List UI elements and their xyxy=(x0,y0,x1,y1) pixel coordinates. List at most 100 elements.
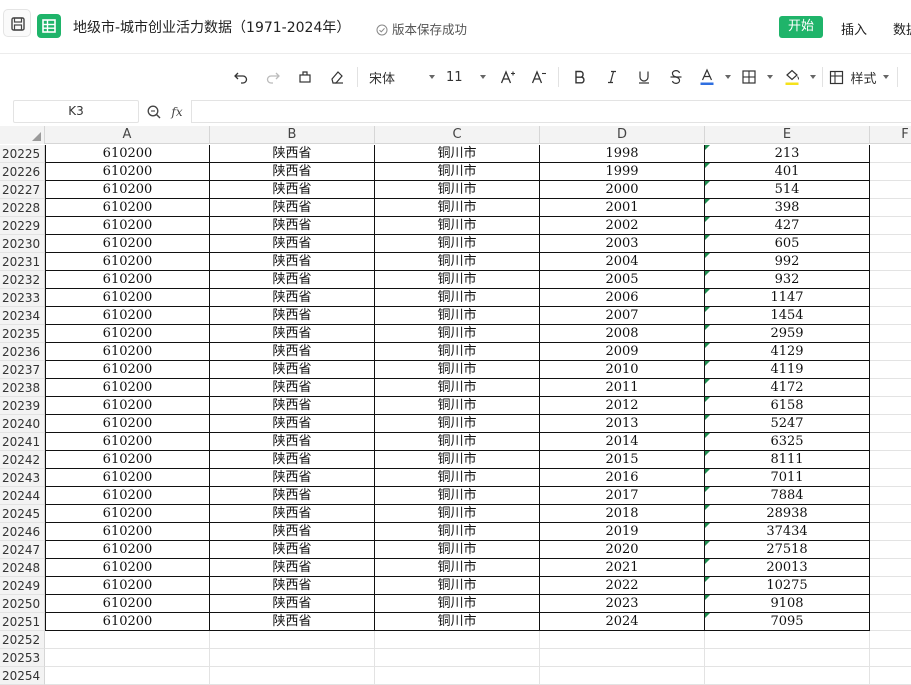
cell-code[interactable]: 610200 xyxy=(45,577,210,595)
cell-value[interactable]: 9108 xyxy=(705,595,870,613)
row-header[interactable]: 20240 xyxy=(0,415,45,433)
cell-province[interactable]: 陕西省 xyxy=(210,163,375,181)
row-header[interactable]: 20245 xyxy=(0,505,45,523)
cell-value[interactable]: 6158 xyxy=(705,397,870,415)
cell-empty[interactable] xyxy=(540,649,705,667)
cell-code[interactable]: 610200 xyxy=(45,379,210,397)
cell-value[interactable]: 398 xyxy=(705,199,870,217)
name-box[interactable]: K3 xyxy=(13,100,139,123)
cell-province[interactable]: 陕西省 xyxy=(210,487,375,505)
cell-province[interactable]: 陕西省 xyxy=(210,397,375,415)
column-header-a[interactable]: A xyxy=(45,126,210,144)
row-header[interactable]: 20225 xyxy=(0,145,45,163)
cell-value[interactable]: 6325 xyxy=(705,433,870,451)
cell-province[interactable]: 陕西省 xyxy=(210,523,375,541)
formula-input[interactable] xyxy=(191,100,911,123)
cell-city[interactable]: 铜川市 xyxy=(375,523,540,541)
cell-year[interactable]: 2015 xyxy=(540,451,705,469)
cell-empty[interactable] xyxy=(870,631,911,649)
cell-city[interactable]: 铜川市 xyxy=(375,379,540,397)
save-button[interactable] xyxy=(3,9,31,37)
row-header[interactable]: 20234 xyxy=(0,307,45,325)
cell-value[interactable]: 932 xyxy=(705,271,870,289)
cell-province[interactable]: 陕西省 xyxy=(210,505,375,523)
cell-value[interactable]: 2959 xyxy=(705,325,870,343)
cell-code[interactable]: 610200 xyxy=(45,505,210,523)
cell-year[interactable]: 2005 xyxy=(540,271,705,289)
cell-city[interactable]: 铜川市 xyxy=(375,433,540,451)
row-header[interactable]: 20228 xyxy=(0,199,45,217)
cell-code[interactable]: 610200 xyxy=(45,163,210,181)
cell-empty[interactable] xyxy=(870,541,911,559)
cell-empty[interactable] xyxy=(870,163,911,181)
increase-font-button[interactable] xyxy=(499,66,517,88)
cell-year[interactable]: 2020 xyxy=(540,541,705,559)
row-header[interactable]: 20235 xyxy=(0,325,45,343)
cell-empty[interactable] xyxy=(870,433,911,451)
row-header[interactable]: 20230 xyxy=(0,235,45,253)
cell-year[interactable]: 2002 xyxy=(540,217,705,235)
cell-value[interactable]: 213 xyxy=(705,145,870,163)
cell-value[interactable]: 401 xyxy=(705,163,870,181)
cell-year[interactable]: 2024 xyxy=(540,613,705,631)
cell-code[interactable]: 610200 xyxy=(45,253,210,271)
cell-empty[interactable] xyxy=(870,451,911,469)
cell-empty[interactable] xyxy=(870,559,911,577)
cell-province[interactable]: 陕西省 xyxy=(210,235,375,253)
cell-empty[interactable] xyxy=(870,325,911,343)
cell-code[interactable]: 610200 xyxy=(45,523,210,541)
cell-value[interactable]: 7095 xyxy=(705,613,870,631)
cell-year[interactable]: 2006 xyxy=(540,289,705,307)
cell-value[interactable]: 7011 xyxy=(705,469,870,487)
cell-value[interactable]: 427 xyxy=(705,217,870,235)
cell-province[interactable]: 陕西省 xyxy=(210,577,375,595)
cell-province[interactable]: 陕西省 xyxy=(210,469,375,487)
cell-value[interactable]: 10275 xyxy=(705,577,870,595)
row-header[interactable]: 20247 xyxy=(0,541,45,559)
cell-code[interactable]: 610200 xyxy=(45,289,210,307)
cell-empty[interactable] xyxy=(870,595,911,613)
cell-province[interactable]: 陕西省 xyxy=(210,181,375,199)
cell-year[interactable]: 1999 xyxy=(540,163,705,181)
row-header[interactable]: 20226 xyxy=(0,163,45,181)
row-header[interactable]: 20239 xyxy=(0,397,45,415)
cell-empty[interactable] xyxy=(870,199,911,217)
cell-value[interactable]: 1147 xyxy=(705,289,870,307)
cell-code[interactable]: 610200 xyxy=(45,361,210,379)
cell-city[interactable]: 铜川市 xyxy=(375,217,540,235)
zoom-search-button[interactable] xyxy=(145,103,163,121)
cell-code[interactable]: 610200 xyxy=(45,433,210,451)
cell-year[interactable]: 2007 xyxy=(540,307,705,325)
cell-empty[interactable] xyxy=(870,217,911,235)
cell-city[interactable]: 铜川市 xyxy=(375,145,540,163)
cell-year[interactable]: 1998 xyxy=(540,145,705,163)
cell-city[interactable]: 铜川市 xyxy=(375,451,540,469)
tab-insert[interactable]: 插入 xyxy=(841,19,867,38)
cell-empty[interactable] xyxy=(870,523,911,541)
cell-code[interactable]: 610200 xyxy=(45,397,210,415)
cell-code[interactable]: 610200 xyxy=(45,181,210,199)
cell-code[interactable]: 610200 xyxy=(45,343,210,361)
cell-value[interactable]: 4119 xyxy=(705,361,870,379)
cell-city[interactable]: 铜川市 xyxy=(375,289,540,307)
cell-year[interactable]: 2019 xyxy=(540,523,705,541)
cell-empty[interactable] xyxy=(870,397,911,415)
cell-value[interactable]: 605 xyxy=(705,235,870,253)
cell-province[interactable]: 陕西省 xyxy=(210,253,375,271)
document-title[interactable]: 地级市-城市创业活力数据（1971-2024年） xyxy=(73,17,350,37)
cell-code[interactable]: 610200 xyxy=(45,271,210,289)
redo-button[interactable] xyxy=(264,66,282,88)
cell-empty[interactable] xyxy=(870,181,911,199)
cell-empty[interactable] xyxy=(870,613,911,631)
cell-year[interactable]: 2000 xyxy=(540,181,705,199)
cell-province[interactable]: 陕西省 xyxy=(210,595,375,613)
cell-empty[interactable] xyxy=(870,289,911,307)
cell-empty[interactable] xyxy=(870,235,911,253)
row-header[interactable]: 20251 xyxy=(0,613,45,631)
cell-city[interactable]: 铜川市 xyxy=(375,307,540,325)
cell-year[interactable]: 2018 xyxy=(540,505,705,523)
cell-empty[interactable] xyxy=(705,631,870,649)
row-header[interactable]: 20229 xyxy=(0,217,45,235)
cell-city[interactable]: 铜川市 xyxy=(375,343,540,361)
cell-code[interactable]: 610200 xyxy=(45,613,210,631)
